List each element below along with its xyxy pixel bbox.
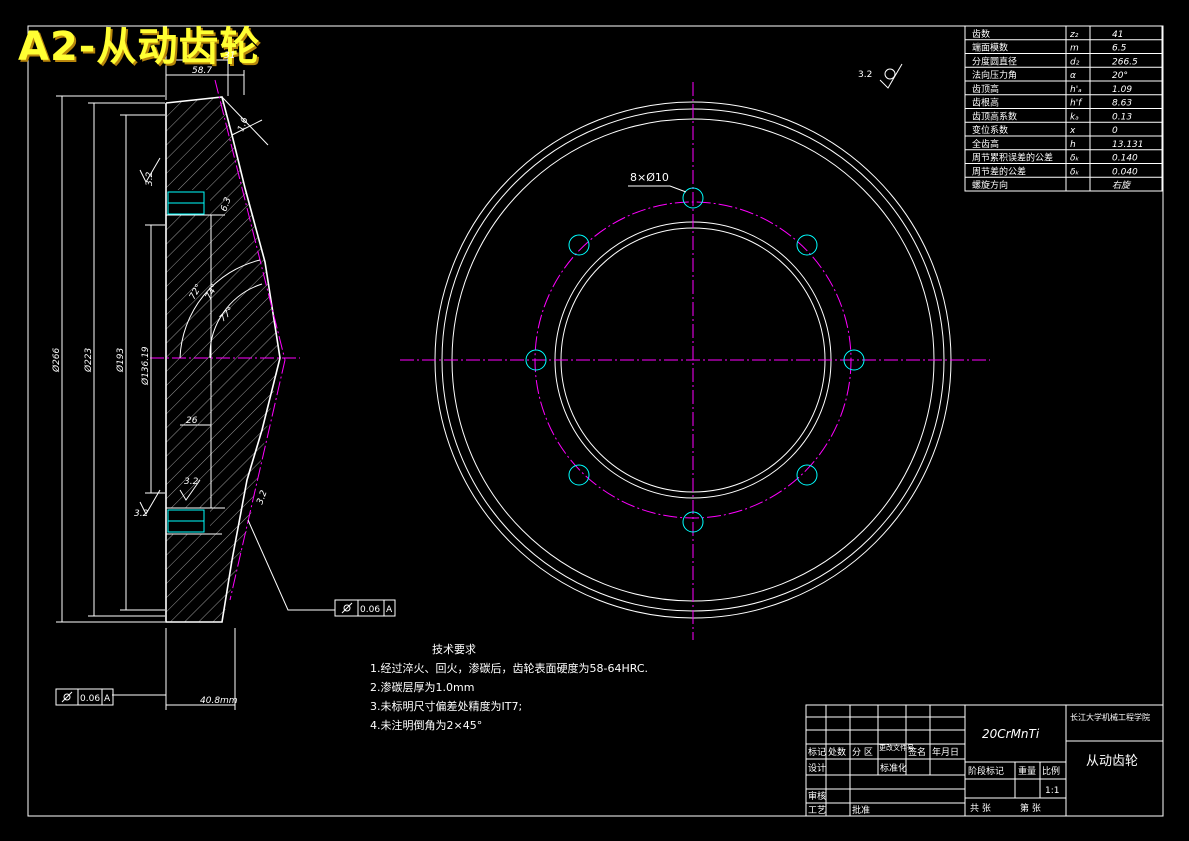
label-ratio: 比例 bbox=[1042, 765, 1060, 777]
param-name: 齿顶高 bbox=[972, 83, 999, 95]
dim-40: 40.8mm bbox=[200, 696, 238, 706]
param-name: 全齿高 bbox=[972, 138, 999, 150]
roughness-c: 3.2 bbox=[184, 477, 199, 487]
dim-d223: Ø223 bbox=[83, 347, 94, 373]
param-symbol: α bbox=[1070, 71, 1076, 81]
scale: 1:1 bbox=[1045, 786, 1059, 796]
dim-d136: Ø136.19 bbox=[140, 346, 151, 386]
param-value: 右旋 bbox=[1112, 180, 1132, 191]
param-symbol: z₂ bbox=[1069, 30, 1079, 40]
text-layer: 齿数 z₂ 41 端面模数 m 6.5 分度圆直径 d₂ 266.5 法向压力角 α 20° 齿顶高 h'… bbox=[51, 28, 1150, 816]
label-approve: 批准 bbox=[852, 804, 870, 816]
angle-b: 77° bbox=[218, 306, 236, 324]
param-value: 41 bbox=[1112, 30, 1123, 40]
dim-top-small: 31 bbox=[224, 51, 235, 61]
param-value: 266.5 bbox=[1112, 57, 1138, 67]
label-weight: 重量 bbox=[1018, 765, 1036, 777]
label-check: 审核 bbox=[808, 790, 826, 802]
tech-item-4: 4.未注明倒角为2×45° bbox=[370, 718, 482, 732]
param-name: 齿顶高系数 bbox=[972, 110, 1017, 122]
angle-c: 74° bbox=[204, 283, 221, 302]
tech-item-1: 1.经过淬火、回火，渗碳后，齿轮表面硬度为58-64HRC. bbox=[370, 661, 648, 675]
tolerance-1-value: 0.06 bbox=[360, 605, 380, 615]
tolerance-1-datum: A bbox=[386, 605, 393, 615]
label-mark: 标记 bbox=[808, 746, 826, 758]
hole-label: 8×Ø10 bbox=[630, 171, 669, 184]
param-name: 法向压力角 bbox=[972, 69, 1017, 81]
param-value: 0.140 bbox=[1112, 154, 1138, 164]
dim-26: 26 bbox=[186, 416, 198, 426]
label-stage: 阶段标记 bbox=[968, 765, 1004, 777]
dim-top: 58.7 bbox=[192, 66, 212, 76]
chamfer-a: 1.6 bbox=[236, 116, 250, 133]
param-symbol: h bbox=[1070, 140, 1076, 150]
dim-d266: Ø266 bbox=[51, 347, 62, 373]
param-value: 0.13 bbox=[1112, 112, 1132, 122]
label-date: 年月日 bbox=[932, 746, 959, 758]
param-value: 8.63 bbox=[1112, 99, 1132, 109]
param-name: 齿根高 bbox=[972, 97, 999, 109]
tolerance-2-datum: A bbox=[104, 694, 111, 704]
corner-roughness: 3.2 bbox=[858, 70, 872, 80]
param-name: 变位系数 bbox=[972, 124, 1008, 136]
param-name: 周节差的公差 bbox=[972, 165, 1026, 177]
param-name: 周节累积误差的公差 bbox=[972, 152, 1053, 164]
param-symbol: x bbox=[1069, 126, 1076, 136]
label-sheet-no: 第 张 bbox=[1020, 802, 1041, 814]
angle-a: 72° bbox=[188, 283, 205, 302]
param-symbol: m bbox=[1070, 44, 1079, 54]
param-name: 齿数 bbox=[972, 28, 990, 40]
param-symbol: δₖ bbox=[1070, 167, 1080, 177]
param-symbol: h'ₐ bbox=[1070, 85, 1082, 95]
param-symbol: δₖ bbox=[1070, 154, 1080, 164]
tech-heading: 技术要求 bbox=[432, 643, 476, 656]
school: 长江大学机械工程学院 bbox=[1070, 712, 1150, 722]
param-symbol: h'f bbox=[1070, 99, 1083, 109]
param-value: 13.131 bbox=[1112, 140, 1144, 150]
tolerance-2-value: 0.06 bbox=[80, 694, 100, 704]
dim-d193: Ø193 bbox=[115, 347, 126, 373]
roughness-e: 6.3 bbox=[219, 196, 233, 213]
param-value: 0.040 bbox=[1112, 167, 1138, 177]
param-table-rows: 齿数 z₂ 41 端面模数 m 6.5 分度圆直径 d₂ 266.5 法向压力角 α 20° 齿顶高 h'… bbox=[972, 28, 1144, 191]
param-symbol: kₐ bbox=[1070, 112, 1079, 122]
tech-item-3: 3.未标明尺寸偏差处精度为IT7; bbox=[370, 699, 522, 713]
label-design: 设计 bbox=[808, 762, 826, 774]
param-symbol: d₂ bbox=[1070, 57, 1080, 67]
param-name: 螺旋方向 bbox=[972, 179, 1008, 191]
param-name: 端面模数 bbox=[972, 42, 1008, 54]
tech-item-2: 2.渗碳层厚为1.0mm bbox=[370, 680, 474, 694]
label-craft: 工艺 bbox=[808, 805, 826, 816]
material: 20CrMnTi bbox=[982, 727, 1040, 741]
label-sheet-total: 共 张 bbox=[970, 803, 991, 814]
param-value: 20° bbox=[1112, 71, 1128, 81]
roughness-b: 3.2 bbox=[134, 509, 149, 519]
roughness-a: 3.2 bbox=[145, 171, 155, 186]
param-name: 分度圆直径 bbox=[972, 55, 1017, 67]
part-name: 从动齿轮 bbox=[1086, 754, 1138, 769]
label-sign: 签名 bbox=[908, 746, 926, 758]
param-value: 6.5 bbox=[1112, 44, 1127, 54]
label-std: 标准化 bbox=[880, 762, 907, 774]
label-zone: 分 区 bbox=[852, 747, 873, 758]
param-value: 0 bbox=[1112, 126, 1118, 136]
roughness-f: 3.2 bbox=[255, 489, 269, 506]
label-count: 处数 bbox=[828, 746, 846, 758]
param-value: 1.09 bbox=[1112, 85, 1132, 95]
